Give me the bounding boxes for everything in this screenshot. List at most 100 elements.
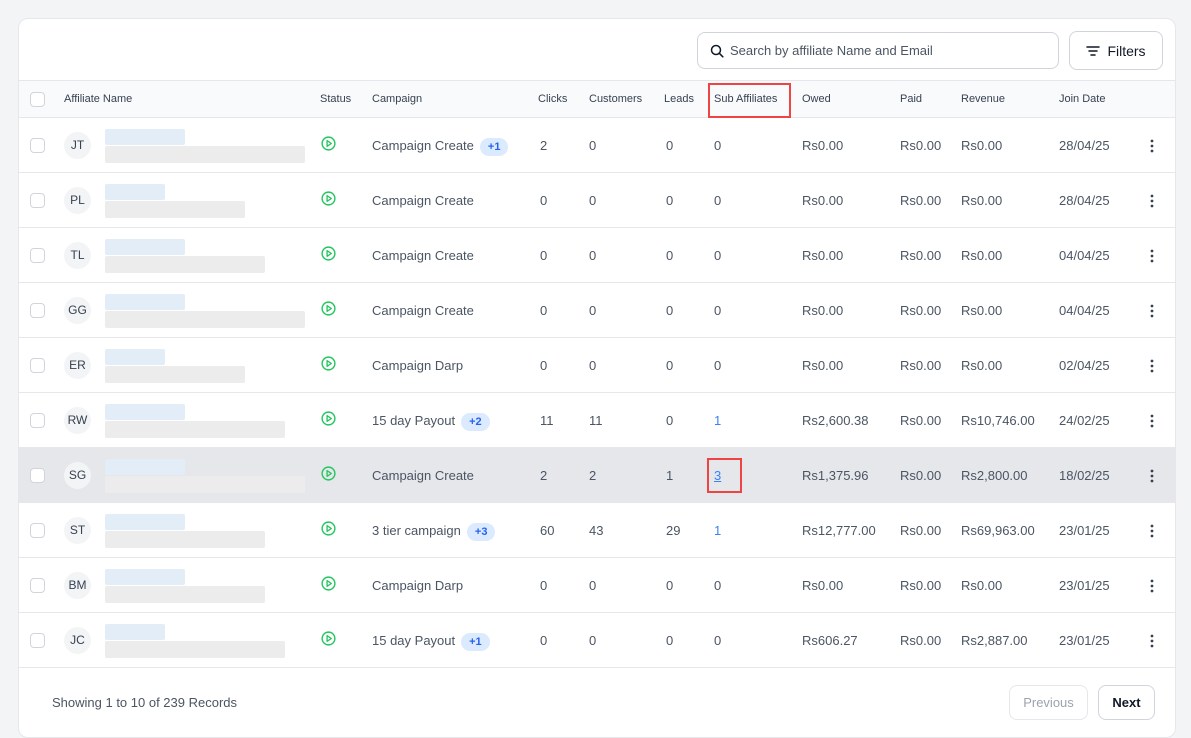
- previous-button[interactable]: Previous: [1009, 685, 1088, 720]
- row-actions-menu[interactable]: [1144, 558, 1160, 613]
- col-join-date[interactable]: Join Date: [1059, 81, 1105, 118]
- campaign-name: 15 day Payout: [372, 633, 456, 648]
- more-vertical-icon: [1150, 139, 1154, 152]
- sub-affiliates-cell: 0: [714, 138, 722, 153]
- active-status-icon: [321, 246, 336, 261]
- table-row[interactable]: TL Campaign Create 0 0 0 0 Rs0.00 Rs0.00…: [19, 228, 1175, 283]
- clicks-cell: 11: [540, 413, 554, 428]
- campaign-count-badge[interactable]: +3: [466, 522, 496, 541]
- redacted-name: [105, 459, 185, 475]
- customers-cell: 0: [589, 578, 597, 593]
- filters-label: Filters: [1107, 42, 1146, 59]
- customers-cell: 0: [589, 633, 597, 648]
- redacted-email: [105, 641, 285, 658]
- customers-cell: 0: [589, 303, 597, 318]
- redacted-email: [105, 421, 285, 438]
- row-actions-menu[interactable]: [1144, 283, 1160, 338]
- row-checkbox[interactable]: [30, 633, 45, 648]
- leads-cell: 0: [666, 138, 674, 153]
- campaign-count-badge[interactable]: +1: [461, 632, 490, 651]
- customers-cell: 43: [589, 523, 604, 538]
- campaign-cell: 15 day Payout +2: [372, 393, 490, 448]
- col-clicks[interactable]: Clicks: [538, 81, 567, 118]
- row-actions-menu[interactable]: [1144, 393, 1160, 448]
- customers-cell: 0: [589, 358, 597, 373]
- owed-cell: Rs0.00: [802, 358, 844, 373]
- table-row[interactable]: BM Campaign Darp 0 0 0 0 Rs0.00 Rs0.00 R…: [19, 558, 1175, 613]
- campaign-count-badge[interactable]: +1: [479, 137, 509, 156]
- row-actions-menu[interactable]: [1144, 503, 1160, 558]
- avatar: ST: [64, 517, 91, 544]
- campaign-name: Campaign Darp: [372, 578, 464, 593]
- table-row[interactable]: PL Campaign Create 0 0 0 0 Rs0.00 Rs0.00…: [19, 173, 1175, 228]
- clicks-cell: 2: [540, 468, 548, 483]
- leads-cell: 1: [666, 468, 674, 483]
- row-checkbox[interactable]: [30, 358, 45, 373]
- col-affiliate-name[interactable]: Affiliate Name: [64, 81, 132, 118]
- table-row[interactable]: RW 15 day Payout +2 11 11 0 1 Rs2,600.38 …: [19, 393, 1175, 448]
- more-vertical-icon: [1150, 414, 1154, 427]
- campaign-cell: 15 day Payout +1: [372, 613, 490, 668]
- paid-cell: Rs0.00: [900, 413, 942, 428]
- next-button[interactable]: Next: [1098, 685, 1155, 720]
- sub-affiliates-cell[interactable]: 1: [714, 503, 721, 558]
- avatar: BM: [64, 572, 91, 599]
- col-customers[interactable]: Customers: [589, 81, 642, 118]
- col-paid[interactable]: Paid: [900, 81, 922, 118]
- sub-affiliates-cell: 0: [714, 193, 722, 208]
- col-status[interactable]: Status: [320, 81, 351, 118]
- row-actions-menu[interactable]: [1144, 448, 1160, 503]
- search-box[interactable]: [697, 32, 1059, 69]
- row-checkbox[interactable]: [30, 303, 45, 318]
- campaign-count-badge[interactable]: +2: [461, 412, 490, 431]
- clicks-cell: 60: [540, 523, 555, 538]
- table-row[interactable]: JC 15 day Payout +1 0 0 0 0 Rs606.27 Rs0.…: [19, 613, 1175, 668]
- redacted-email: [105, 256, 265, 273]
- row-actions-menu[interactable]: [1144, 118, 1160, 173]
- row-checkbox[interactable]: [30, 413, 45, 428]
- paid-cell: Rs0.00: [900, 248, 942, 263]
- campaign-name: Campaign Create: [372, 138, 474, 153]
- avatar: SG: [64, 462, 91, 489]
- customers-cell: 2: [589, 468, 597, 483]
- table-row[interactable]: ST 3 tier campaign +3 60 43 29 1 Rs12,777…: [19, 503, 1175, 558]
- row-actions-menu[interactable]: [1144, 173, 1160, 228]
- table-row[interactable]: GG Campaign Create 0 0 0 0 Rs0.00 Rs0.00…: [19, 283, 1175, 338]
- filters-button[interactable]: Filters: [1069, 31, 1163, 70]
- sub-affiliates-cell[interactable]: 1: [714, 393, 721, 448]
- col-leads[interactable]: Leads: [664, 81, 694, 118]
- leads-cell: 0: [666, 358, 674, 373]
- more-vertical-icon: [1150, 634, 1154, 647]
- row-actions-menu[interactable]: [1144, 338, 1160, 393]
- row-checkbox[interactable]: [30, 523, 45, 538]
- join-date-cell: 28/04/25: [1059, 193, 1110, 208]
- leads-cell: 0: [666, 193, 674, 208]
- row-checkbox[interactable]: [30, 248, 45, 263]
- table-header: Affiliate Name Status Campaign Clicks Cu…: [19, 81, 1175, 118]
- sub-affiliates-cell: 0: [714, 303, 722, 318]
- row-checkbox[interactable]: [30, 468, 45, 483]
- col-revenue[interactable]: Revenue: [961, 81, 1005, 118]
- more-vertical-icon: [1150, 359, 1154, 372]
- more-vertical-icon: [1150, 579, 1154, 592]
- select-all-checkbox[interactable]: [30, 92, 45, 107]
- clicks-cell: 2: [540, 138, 548, 153]
- active-status-icon: [321, 631, 336, 646]
- col-owed[interactable]: Owed: [802, 81, 831, 118]
- search-icon: [710, 44, 724, 58]
- row-checkbox[interactable]: [30, 578, 45, 593]
- clicks-cell: 0: [540, 248, 548, 263]
- row-actions-menu[interactable]: [1144, 228, 1160, 283]
- search-input[interactable]: [730, 43, 1050, 58]
- table-row[interactable]: JT Campaign Create +1 2 0 0 0 Rs0.00 Rs0.…: [19, 118, 1175, 173]
- join-date-cell: 24/02/25: [1059, 413, 1110, 428]
- row-checkbox[interactable]: [30, 138, 45, 153]
- col-campaign[interactable]: Campaign: [372, 81, 422, 118]
- redacted-name: [105, 569, 185, 585]
- table-row[interactable]: SG Campaign Create 2 2 1 3 Rs1,375.96 Rs…: [19, 448, 1175, 503]
- active-status-icon: [321, 466, 336, 481]
- paid-cell: Rs0.00: [900, 578, 942, 593]
- table-row[interactable]: ER Campaign Darp 0 0 0 0 Rs0.00 Rs0.00 R…: [19, 338, 1175, 393]
- row-actions-menu[interactable]: [1144, 613, 1160, 668]
- row-checkbox[interactable]: [30, 193, 45, 208]
